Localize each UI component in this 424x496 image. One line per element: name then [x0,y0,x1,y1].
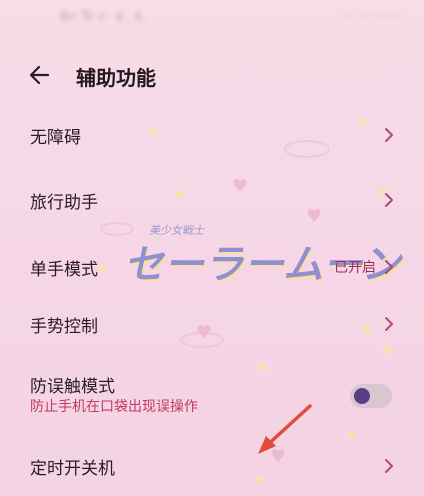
menu-item-gesture-control[interactable]: 手势控制 [0,302,424,346]
menu-item-label: 定时开关机 [30,459,115,479]
menu-item-travel-assistant[interactable]: 旅行助手 [0,178,424,222]
status-bar: Br·Tr·r· k..k. ·· ··· ····· [0,6,424,30]
page-title: 辅助功能 [76,66,156,90]
menu-item-description: 防止手机在口袋出现误操作 [30,399,198,415]
accidental-touch-toggle[interactable] [350,384,392,408]
red-arrow-annotation-icon [258,404,312,454]
chevron-right-icon [385,317,393,331]
status-bar-left-text: Br·Tr·r· k..k. [60,10,149,25]
toggle-knob [354,388,370,404]
status-bar-right-text: ·· ··· ····· [342,10,404,25]
chevron-right-icon [385,193,393,207]
menu-item-label: 无障碍 [30,128,81,148]
menu-item-label: 单手模式 [30,260,98,280]
star-decoration: ★ [344,424,359,443]
menu-item-status: 已开启 [334,260,376,276]
page-header: 辅助功能 [0,58,424,94]
chevron-right-icon [385,128,393,142]
chevron-right-icon [385,260,393,274]
ring-decoration [100,222,134,236]
menu-item-one-handed-mode[interactable]: 单手模式 已开启 [0,245,424,289]
menu-item-label: 手势控制 [30,317,98,337]
menu-item-label: 防误触模式 [30,377,115,397]
chevron-right-icon [385,459,393,473]
menu-item-accidental-touch-mode[interactable]: 防误触模式 防止手机在口袋出现误操作 [0,362,424,426]
menu-item-label: 旅行助手 [30,193,98,213]
menu-item-scheduled-power[interactable]: 定时开关机 [0,444,424,488]
back-arrow-icon[interactable] [26,60,56,90]
menu-item-accessibility[interactable]: 无障碍 [0,113,424,157]
